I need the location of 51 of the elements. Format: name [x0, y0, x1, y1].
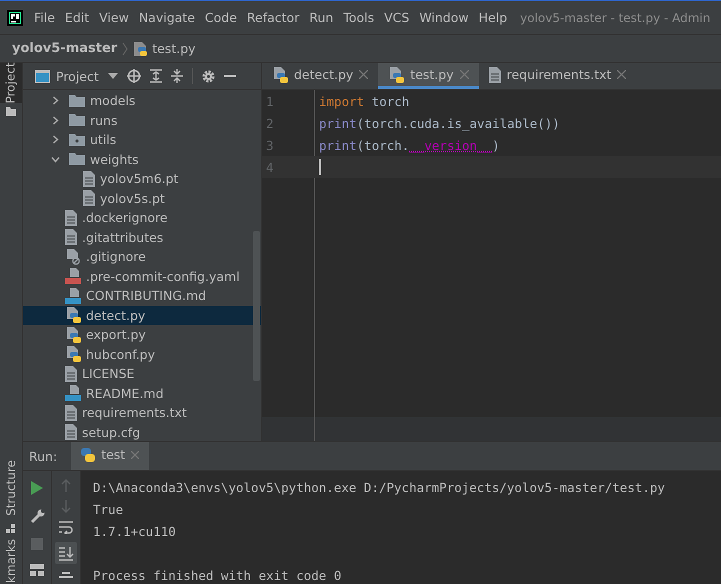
project-view-selector[interactable]: Project — [56, 68, 99, 84]
tree-item[interactable]: yolov5s.pt — [23, 188, 261, 208]
tree-item[interactable]: weights — [23, 150, 261, 169]
run-tab[interactable]: test — [71, 442, 150, 470]
tree-item[interactable]: .gitattributes — [23, 228, 261, 247]
console-output-line: 1.7.1+cu110 — [93, 523, 177, 541]
tree-item[interactable]: hubconf.py — [23, 344, 261, 364]
tree-item[interactable]: runs — [23, 110, 261, 130]
tree-item[interactable]: CONTRIBUTING.md — [23, 286, 261, 306]
menu-item[interactable]: VCS — [384, 10, 410, 25]
run-label: Run: — [29, 448, 58, 464]
console-output-line: True — [93, 501, 124, 519]
project-tool-tab[interactable]: Project — [0, 63, 22, 103]
console-output-line: D:\Anaconda3\envs\yolov5\python.exe D:/PycharmProjects/yolov5-master/test.py — [93, 479, 666, 497]
bookmarks-tool-tab[interactable]: kmarks — [0, 538, 22, 584]
menu-item[interactable]: Window — [419, 10, 469, 25]
line-number: 2 — [265, 116, 275, 130]
tree-item[interactable]: yolov5m6.pt — [23, 169, 261, 188]
tree-item[interactable]: models — [23, 91, 261, 110]
menu-item[interactable]: File — [34, 10, 55, 25]
tree-item[interactable]: LICENSE — [23, 364, 261, 384]
editor-tab[interactable]: requirements.txt — [478, 63, 636, 89]
code-line: print(torch.__version__) — [319, 138, 500, 152]
menu-item[interactable]: View — [99, 10, 129, 25]
structure-tool-tab[interactable]: Structure — [0, 456, 22, 520]
tree-item[interactable]: detect.py — [23, 306, 261, 325]
tree-item[interactable]: utils — [23, 130, 261, 150]
menu-item[interactable]: Tools — [343, 10, 374, 25]
editor-tab[interactable]: detect.py — [262, 63, 378, 89]
menu-item[interactable]: Refactor — [246, 10, 300, 25]
tree-item[interactable]: .pre-commit-config.yaml — [23, 266, 261, 286]
tree-item[interactable]: .gitignore — [23, 247, 261, 266]
menu-item[interactable]: Navigate — [138, 10, 195, 25]
menu-item[interactable]: Edit — [64, 10, 90, 25]
tree-item[interactable]: export.py — [23, 325, 261, 344]
tree-item[interactable]: README.md — [23, 384, 261, 403]
menu-item[interactable]: Run — [309, 10, 334, 25]
editor-tab[interactable]: test.py — [378, 63, 479, 89]
menu-item[interactable]: Code — [204, 10, 237, 25]
tree-item[interactable]: requirements.txt — [23, 403, 261, 422]
menu-item[interactable]: Help — [478, 10, 508, 25]
code-line: import torch — [319, 94, 410, 108]
code-line: print(torch.cuda.is_available()) — [319, 116, 560, 130]
breadcrumb-project[interactable]: yolov5-master — [12, 41, 118, 56]
tree-item[interactable]: .dockerignore — [23, 208, 261, 228]
tree-item[interactable]: setup.cfg — [23, 422, 261, 441]
breadcrumb-file[interactable]: test.py — [152, 41, 196, 56]
line-number: 3 — [265, 138, 275, 152]
console-output-line: Process finished with exit code 0 — [93, 567, 342, 584]
window-title: yolov5-master - test.py - Admin — [520, 10, 710, 24]
line-number: 1 — [265, 94, 275, 108]
